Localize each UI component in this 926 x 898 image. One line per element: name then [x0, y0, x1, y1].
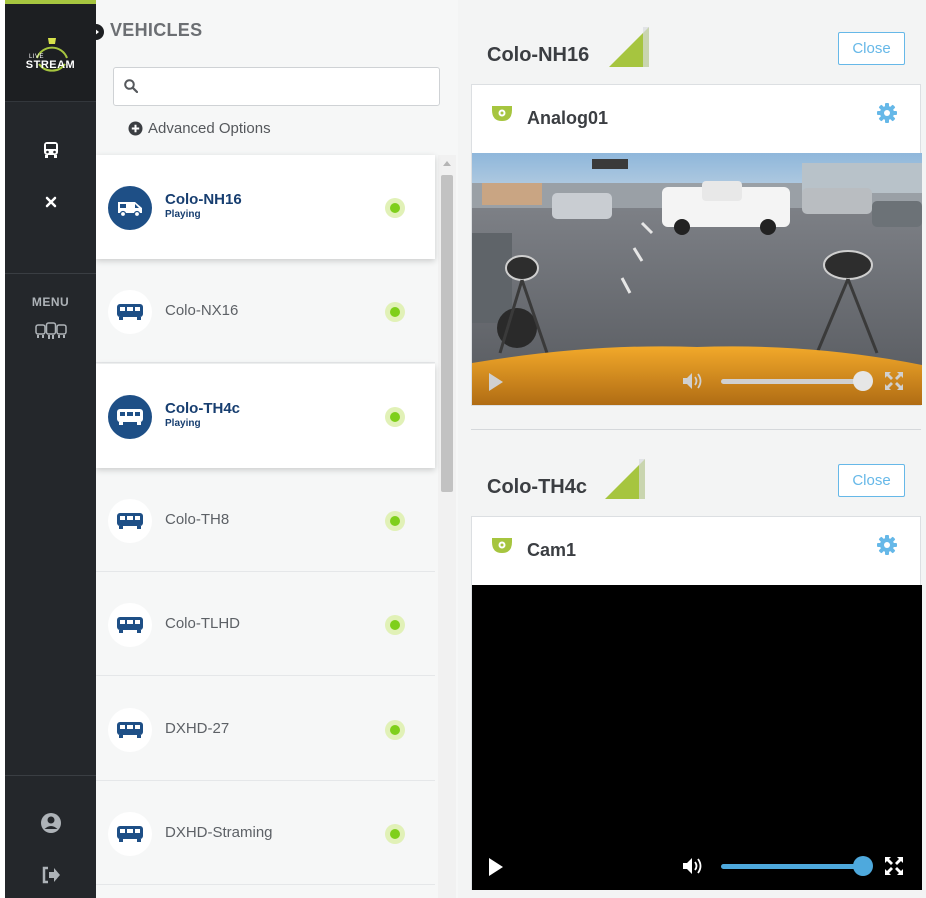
- vehicle-avatar: [108, 290, 152, 334]
- plus-circle-icon: [128, 121, 143, 136]
- camera-card: Cam1: [471, 516, 922, 890]
- fullscreen-icon[interactable]: [884, 371, 904, 391]
- rail-divider: [5, 273, 96, 274]
- camera-card: Analog01: [471, 84, 922, 406]
- video-player[interactable]: [472, 153, 922, 405]
- vehicle-row[interactable]: Colo-NX16: [96, 259, 435, 363]
- vehicle-name: Colo-NX16: [165, 302, 239, 319]
- stream-divider: [471, 429, 921, 430]
- volume-icon[interactable]: [681, 371, 703, 391]
- user-profile-button[interactable]: [5, 808, 96, 838]
- camera-icon: [492, 538, 512, 553]
- vehicle-row[interactable]: Colo-TLHD: [96, 572, 435, 676]
- vehicle-list-scrollbar[interactable]: [438, 155, 456, 898]
- close-stream-button[interactable]: Close: [838, 464, 905, 497]
- menu-label: MENU: [31, 295, 70, 309]
- vehicle-name: Colo-NH16: [165, 191, 242, 208]
- vehicle-name: DXHD-Straming: [165, 824, 273, 841]
- camera-card-header: Analog01: [472, 85, 922, 153]
- video-controls: [472, 357, 922, 405]
- bus-icon: [117, 513, 143, 529]
- play-icon[interactable]: [489, 858, 503, 876]
- camera-card-header: Cam1: [472, 517, 922, 585]
- gear-icon[interactable]: [876, 534, 898, 556]
- vehicles-panel: VEHICLES Advanced Options Colo-NH16 Play…: [96, 0, 458, 898]
- vehicle-status: Playing: [165, 209, 201, 220]
- streams-panel: Colo-NH16 Close Analog01 Colo-TH4c Close…: [458, 0, 926, 898]
- close-icon: [45, 196, 56, 208]
- close-stream-button[interactable]: Close: [838, 32, 905, 65]
- bus-icon: [117, 304, 143, 320]
- camera-name: Analog01: [527, 108, 609, 128]
- panel-title: VEHICLES: [110, 20, 203, 40]
- camera-name: Cam1: [527, 540, 577, 560]
- bus-icon: [117, 722, 143, 738]
- vehicle-status: Playing: [165, 418, 201, 429]
- corner-triangle-icon: [605, 459, 645, 499]
- vehicle-list: Colo-NH16 Playing Colo-NX16 Colo-TH4c Pl…: [96, 155, 435, 898]
- gear-icon[interactable]: [876, 102, 898, 124]
- advanced-options-label: Advanced Options: [148, 120, 271, 137]
- vehicle-row[interactable]: Colo-NH16 Playing: [96, 155, 435, 259]
- play-icon[interactable]: [489, 373, 503, 391]
- fleet-menu-button[interactable]: [5, 316, 96, 346]
- volume-slider-knob[interactable]: [853, 856, 873, 876]
- logout-button[interactable]: [5, 860, 96, 890]
- caret-right-icon: [96, 29, 99, 35]
- vehicle-avatar: [108, 603, 152, 647]
- vehicle-name: Colo-TH8: [165, 511, 230, 528]
- volume-slider[interactable]: [721, 379, 863, 384]
- vehicle-avatar: [108, 499, 152, 543]
- vehicle-name: DXHD-27: [165, 720, 230, 737]
- panel-toggle-button[interactable]: [96, 24, 104, 40]
- vehicle-name: Colo-TLHD: [165, 615, 241, 632]
- advanced-options-link[interactable]: Advanced Options: [128, 120, 271, 137]
- camera-icon: [492, 106, 512, 121]
- stream-vehicle-title: Colo-NH16: [487, 44, 590, 66]
- user-circle-icon: [40, 813, 61, 833]
- volume-slider[interactable]: [721, 864, 863, 869]
- fleet-icon: [34, 322, 67, 339]
- online-status-indicator: [385, 615, 405, 635]
- vehicle-avatar: [108, 186, 152, 230]
- close-nav-button[interactable]: [5, 187, 96, 217]
- online-status-indicator: [385, 824, 405, 844]
- nav-rail: LIVE STREAM MENU: [5, 0, 96, 898]
- rail-divider: [5, 775, 96, 776]
- vehicle-search-input[interactable]: [113, 67, 440, 106]
- bus-icon: [117, 617, 143, 633]
- logo-stream-text: STREAM: [25, 59, 76, 71]
- online-status-indicator: [385, 511, 405, 531]
- online-status-indicator: [385, 302, 405, 322]
- vehicle-row[interactable]: Colo-TH8: [96, 468, 435, 572]
- vehicle-row[interactable]: DXHD-Straming: [96, 781, 435, 885]
- vehicle-avatar: [108, 812, 152, 856]
- bus-icon: [117, 409, 143, 425]
- vehicle-row[interactable]: DXHD-27: [96, 677, 435, 781]
- corner-triangle-icon: [609, 27, 649, 67]
- video-player[interactable]: [472, 585, 922, 890]
- vehicle-avatar: [108, 708, 152, 752]
- video-controls: [472, 842, 922, 890]
- fullscreen-icon[interactable]: [884, 856, 904, 876]
- search-icon: [124, 79, 138, 93]
- vehicles-nav-button[interactable]: [5, 135, 96, 165]
- vehicle-row[interactable]: Colo-TH4c Playing: [96, 364, 435, 468]
- online-status-indicator: [385, 198, 405, 218]
- scroll-up-arrow-icon[interactable]: [443, 161, 451, 166]
- online-status-indicator: [385, 407, 405, 427]
- scroll-thumb[interactable]: [441, 175, 453, 492]
- volume-icon[interactable]: [681, 856, 703, 876]
- van-icon: [118, 202, 142, 217]
- volume-slider-knob[interactable]: [853, 371, 873, 391]
- online-status-indicator: [385, 720, 405, 740]
- bus-icon: [43, 142, 58, 158]
- vehicle-name: Colo-TH4c: [165, 400, 240, 417]
- vehicle-avatar: [108, 395, 152, 439]
- stream-vehicle-title: Colo-TH4c: [487, 476, 587, 498]
- bus-icon: [117, 826, 143, 842]
- sign-out-icon: [42, 866, 60, 884]
- livestream-logo: LIVE STREAM: [5, 4, 96, 102]
